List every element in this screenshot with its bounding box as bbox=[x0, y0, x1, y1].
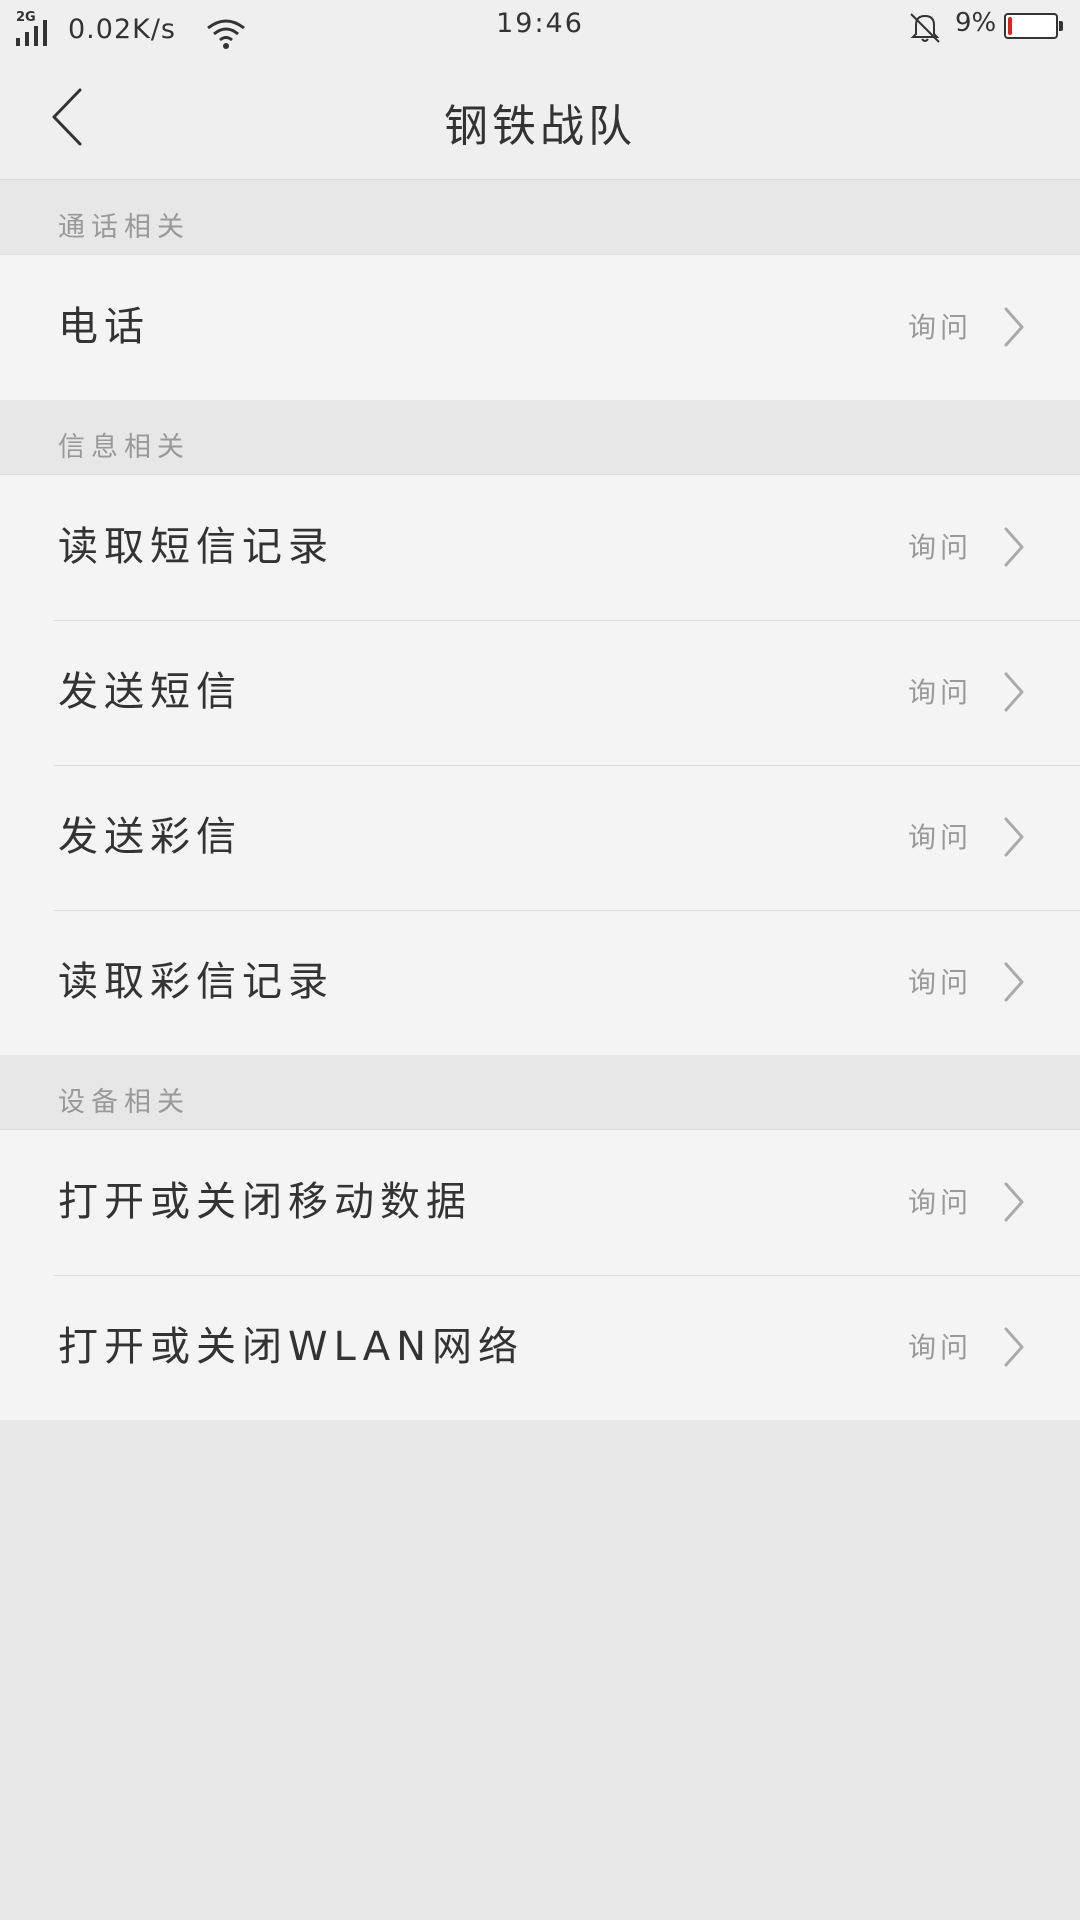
battery-percent: 9% bbox=[955, 8, 997, 38]
permission-label: 发送彩信 bbox=[58, 814, 242, 860]
chevron-right-icon bbox=[1004, 1182, 1024, 1222]
permission-row[interactable]: 电话 询问 bbox=[0, 255, 1080, 400]
permission-label: 打开或关闭WLAN网络 bbox=[58, 1324, 525, 1370]
permission-value: 询问 bbox=[907, 821, 972, 854]
title-bar: 钢铁战队 bbox=[0, 52, 1080, 180]
permission-value: 询问 bbox=[907, 531, 972, 564]
permission-row[interactable]: 打开或关闭WLAN网络 询问 bbox=[0, 1275, 1080, 1420]
permission-row[interactable]: 读取彩信记录 询问 bbox=[0, 910, 1080, 1055]
battery-icon bbox=[1004, 13, 1063, 39]
section-body: 打开或关闭移动数据 询问 打开或关闭WLAN网络 询问 bbox=[0, 1130, 1080, 1420]
permission-label: 发送短信 bbox=[58, 669, 242, 715]
permission-list: 通话相关 电话 询问 信息相关 读取短信记录 询问 发送短信 询问 发送彩信 询问 读取彩信记录 询问… bbox=[0, 180, 1080, 1420]
permission-label: 打开或关闭移动数据 bbox=[58, 1179, 472, 1225]
chevron-right-icon bbox=[1004, 962, 1024, 1002]
permission-value: 询问 bbox=[907, 966, 972, 999]
permission-label: 电话 bbox=[58, 304, 150, 350]
permission-value: 询问 bbox=[907, 1331, 972, 1364]
section-header: 信息相关 bbox=[0, 400, 1080, 475]
permission-value: 询问 bbox=[907, 676, 972, 709]
permission-row[interactable]: 读取短信记录 询问 bbox=[0, 475, 1080, 620]
permission-value: 询问 bbox=[907, 1186, 972, 1219]
section-title: 信息相关 bbox=[58, 432, 190, 463]
status-bar: 2G 0.02K/s 19:46 9% bbox=[0, 0, 1080, 52]
section-title: 设备相关 bbox=[58, 1087, 190, 1118]
section-header: 通话相关 bbox=[0, 180, 1080, 255]
chevron-right-icon bbox=[1004, 817, 1024, 857]
permission-value: 询问 bbox=[907, 311, 972, 344]
permission-row[interactable]: 发送短信 询问 bbox=[0, 620, 1080, 765]
page-title: 钢铁战队 bbox=[444, 101, 636, 152]
chevron-right-icon bbox=[1004, 307, 1024, 347]
chevron-right-icon bbox=[1004, 672, 1024, 712]
permission-label: 读取短信记录 bbox=[58, 524, 334, 570]
permission-row[interactable]: 打开或关闭移动数据 询问 bbox=[0, 1130, 1080, 1275]
chevron-right-icon bbox=[1004, 527, 1024, 567]
section-title: 通话相关 bbox=[58, 212, 190, 243]
permission-label: 读取彩信记录 bbox=[58, 959, 334, 1005]
section-body: 电话 询问 bbox=[0, 255, 1080, 400]
chevron-right-icon bbox=[1004, 1327, 1024, 1367]
permission-row[interactable]: 发送彩信 询问 bbox=[0, 765, 1080, 910]
battery-fill bbox=[1008, 17, 1012, 35]
section-header: 设备相关 bbox=[0, 1055, 1080, 1130]
bell-muted-icon bbox=[910, 13, 940, 43]
section-body: 读取短信记录 询问 发送短信 询问 发送彩信 询问 读取彩信记录 询问 bbox=[0, 475, 1080, 1055]
